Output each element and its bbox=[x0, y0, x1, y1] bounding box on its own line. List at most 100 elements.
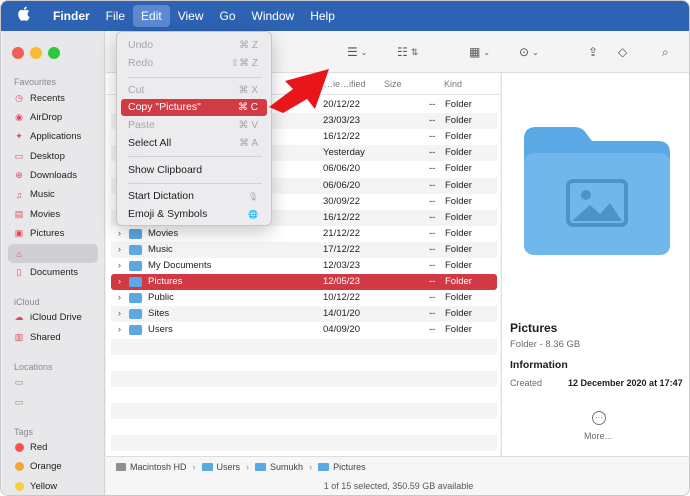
sidebar-item-label: Pictures bbox=[30, 228, 65, 239]
path-sumukh[interactable]: Sumukh bbox=[270, 462, 303, 472]
sidebar-item-pictures[interactable]: ▣ Pictures bbox=[8, 224, 98, 243]
menu-item-cut[interactable]: Cut ⌘ X bbox=[121, 82, 267, 99]
empty-row bbox=[111, 338, 497, 355]
more-icon[interactable]: ··· bbox=[592, 411, 606, 425]
menu-item-copy[interactable]: Copy "Pictures" ⌘ C bbox=[121, 99, 267, 116]
sidebar-item-recents[interactable]: ◷ Recents bbox=[8, 89, 98, 108]
chevron-right-icon[interactable]: › bbox=[118, 292, 121, 302]
empty-row bbox=[111, 402, 497, 419]
path-macintosh-hd[interactable]: Macintosh HD bbox=[130, 462, 187, 472]
sidebar-tag-red[interactable]: Red bbox=[8, 438, 98, 457]
menu-edit[interactable]: Edit bbox=[133, 5, 170, 27]
menu-item-label: Start Dictation bbox=[128, 190, 194, 202]
file-date: 06/06/20 bbox=[323, 179, 360, 191]
shortcut-label: ⌘ X bbox=[238, 85, 258, 96]
folder-icon bbox=[129, 309, 142, 320]
sidebar-item-music[interactable]: ♫ Music bbox=[8, 185, 98, 204]
share-icon: ⇪ bbox=[588, 45, 599, 59]
menu-item-paste[interactable]: Paste ⌘ V bbox=[121, 117, 267, 134]
sidebar-item-label: Shared bbox=[30, 332, 61, 343]
file-kind: Folder bbox=[445, 292, 472, 304]
file-size: -- bbox=[429, 115, 436, 127]
menu-divider bbox=[128, 77, 262, 78]
tag-button[interactable]: ◇ bbox=[618, 43, 627, 61]
table-row[interactable]: › Users 04/09/20 -- Folder bbox=[111, 322, 497, 338]
clock-icon: ◷ bbox=[15, 93, 23, 103]
menu-item-undo[interactable]: Undo ⌘ Z bbox=[121, 37, 267, 54]
sidebar-item-downloads[interactable]: ⊕ Downloads bbox=[8, 166, 98, 185]
empty-row bbox=[111, 435, 497, 452]
menu-go[interactable]: Go bbox=[212, 5, 244, 27]
shortcut-label: ⌘ C bbox=[238, 102, 258, 113]
gallery-view-button[interactable]: ▦ ⌄ bbox=[469, 43, 490, 61]
menu-file[interactable]: File bbox=[98, 5, 133, 27]
menu-item-show-clipboard[interactable]: Show Clipboard bbox=[121, 162, 267, 179]
chevron-right-icon[interactable]: › bbox=[118, 308, 121, 318]
sidebar-item-label: Downloads bbox=[30, 170, 77, 181]
list-view-button[interactable]: ☰ ⌄ bbox=[347, 43, 367, 61]
sidebar-item-documents[interactable]: ▯ Documents bbox=[8, 263, 98, 282]
chevron-right-icon[interactable]: › bbox=[118, 276, 121, 286]
column-size[interactable]: Size bbox=[384, 79, 402, 89]
file-size: -- bbox=[429, 308, 436, 320]
table-row[interactable]: › Music 17/12/22 -- Folder bbox=[111, 241, 497, 258]
minimize-window-button[interactable] bbox=[30, 47, 42, 59]
menu-item-emoji-symbols[interactable]: Emoji & Symbols 🌐 bbox=[121, 206, 267, 223]
chevron-right-icon[interactable]: › bbox=[118, 260, 121, 270]
close-window-button[interactable] bbox=[12, 47, 24, 59]
column-kind[interactable]: Kind bbox=[444, 79, 462, 89]
chevron-right-icon[interactable]: › bbox=[118, 324, 121, 334]
group-button[interactable]: ☷ ⇅ bbox=[397, 43, 418, 61]
sidebar-item-movies[interactable]: ▤ Movies bbox=[8, 205, 98, 224]
preview-subtitle: Folder - 8.36 GB bbox=[510, 339, 581, 350]
sidebar-item-icloud-drive[interactable]: ☁ iCloud Drive bbox=[8, 308, 98, 327]
apple-icon[interactable] bbox=[1, 6, 45, 26]
sidebar-tag-yellow[interactable]: Yellow bbox=[8, 477, 98, 495]
menu-finder[interactable]: Finder bbox=[45, 5, 98, 27]
folder-icon bbox=[129, 228, 142, 239]
zoom-window-button[interactable] bbox=[48, 47, 60, 59]
chevron-right-icon[interactable]: › bbox=[118, 244, 121, 254]
menu-window[interactable]: Window bbox=[244, 5, 303, 27]
sidebar-item-location-2[interactable]: ▭ bbox=[8, 393, 98, 412]
document-icon: ▯ bbox=[16, 267, 22, 277]
table-row[interactable]: › Movies 21/12/22 -- Folder bbox=[111, 226, 497, 242]
file-date: Yesterday bbox=[323, 147, 365, 159]
sidebar-item-applications[interactable]: ✦ Applications bbox=[8, 127, 98, 146]
action-button[interactable]: ⊙ ⌄ bbox=[519, 43, 539, 61]
chevron-right-icon[interactable]: › bbox=[118, 228, 121, 238]
file-kind: Folder bbox=[445, 211, 472, 223]
cloud-icon: ☁ bbox=[14, 312, 24, 322]
sidebar-tag-orange[interactable]: Orange bbox=[8, 457, 98, 476]
table-row[interactable]: › Sites 14/01/20 -- Folder bbox=[111, 306, 497, 323]
file-date: 17/12/22 bbox=[323, 243, 360, 255]
menu-item-start-dictation[interactable]: Start Dictation 🎙 bbox=[121, 188, 267, 205]
sidebar-item-airdrop[interactable]: ◉ AirDrop bbox=[8, 108, 98, 127]
file-name: Music bbox=[148, 243, 173, 255]
sidebar-item-home[interactable]: ⌂ bbox=[8, 244, 98, 263]
menu-item-select-all[interactable]: Select All ⌘ A bbox=[121, 135, 267, 152]
folder-icon bbox=[129, 293, 142, 304]
search-button[interactable]: ⌕ bbox=[662, 43, 669, 61]
table-row[interactable]: › Pictures 12/05/23 -- Folder bbox=[111, 274, 497, 291]
status-bar: 1 of 15 selected, 350.59 GB available bbox=[106, 477, 689, 495]
path-bar: Macintosh HD › Users › Sumukh › Pictures bbox=[106, 456, 689, 477]
sidebar-item-desktop[interactable]: ▭ Desktop bbox=[8, 147, 98, 166]
sidebar-item-shared[interactable]: ▥ Shared bbox=[8, 328, 98, 347]
table-row[interactable]: › My Documents 12/03/23 -- Folder bbox=[111, 258, 497, 274]
menu-item-label: Cut bbox=[128, 84, 145, 96]
table-row[interactable]: › Public 10/12/22 -- Folder bbox=[111, 290, 497, 306]
file-kind: Folder bbox=[445, 115, 472, 127]
photo-icon: ▣ bbox=[14, 228, 24, 238]
icloud-heading: iCloud bbox=[14, 297, 40, 307]
folder-icon bbox=[129, 277, 142, 288]
path-pictures[interactable]: Pictures bbox=[333, 462, 366, 472]
menu-item-redo[interactable]: Redo ⇧⌘ Z bbox=[121, 55, 267, 72]
path-users[interactable]: Users bbox=[217, 462, 241, 472]
menu-help[interactable]: Help bbox=[302, 5, 343, 27]
more-link[interactable]: More... bbox=[584, 431, 612, 441]
share-button[interactable]: ⇪ bbox=[588, 43, 598, 61]
menu-item-label: Undo bbox=[128, 39, 154, 51]
menu-view[interactable]: View bbox=[170, 5, 212, 27]
sidebar-item-location-1[interactable]: ▭ bbox=[8, 373, 98, 392]
